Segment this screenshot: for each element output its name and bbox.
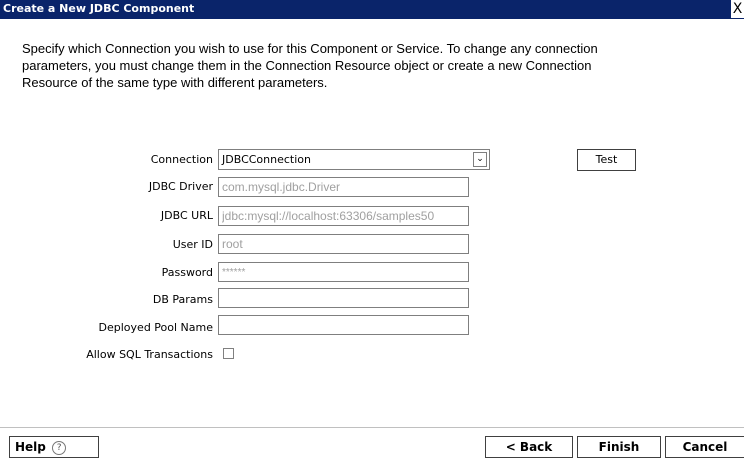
instructions-line-2: parameters, you must change them in the …	[22, 58, 592, 73]
chevron-down-icon[interactable]: ⌄	[473, 152, 487, 167]
deployed-pool-name-field[interactable]	[218, 315, 469, 335]
password-label: Password	[161, 266, 213, 279]
footer-divider	[0, 427, 744, 428]
dialog-title: Create a New JDBC Component	[3, 2, 195, 15]
instructions-text: Specify which Connection you wish to use…	[22, 40, 702, 91]
instructions-line-1: Specify which Connection you wish to use…	[22, 41, 598, 56]
test-connection-button[interactable]: Test	[577, 149, 636, 171]
dialog-title-bar: Create a New JDBC Component X	[0, 0, 744, 19]
connection-label: Connection	[150, 153, 213, 166]
close-icon[interactable]: X	[731, 0, 744, 18]
back-button[interactable]: < Back	[485, 436, 573, 458]
help-button[interactable]: Help ?	[9, 436, 99, 458]
jdbc-driver-field[interactable]	[218, 177, 469, 197]
jdbc-url-field[interactable]	[218, 206, 469, 226]
allow-sql-transactions-label: Allow SQL Transactions	[86, 348, 213, 361]
db-params-field[interactable]	[218, 288, 469, 308]
connection-select[interactable]: JDBCConnection ⌄	[218, 149, 490, 170]
instructions-line-3: Resource of the same type with different…	[22, 75, 328, 90]
user-id-label: User ID	[172, 238, 213, 251]
jdbc-driver-label: JDBC Driver	[148, 180, 213, 193]
connection-select-value: JDBCConnection	[222, 153, 311, 166]
deployed-pool-name-label: Deployed Pool Name	[98, 321, 213, 334]
help-button-label: Help	[15, 440, 46, 454]
finish-button[interactable]: Finish	[577, 436, 661, 458]
db-params-label: DB Params	[152, 293, 213, 306]
user-id-field[interactable]	[218, 234, 469, 254]
password-field[interactable]	[218, 262, 469, 282]
question-mark-icon: ?	[52, 441, 67, 455]
allow-sql-transactions-checkbox[interactable]	[223, 348, 234, 359]
cancel-button[interactable]: Cancel	[665, 436, 744, 458]
jdbc-url-label: JDBC URL	[160, 209, 213, 222]
